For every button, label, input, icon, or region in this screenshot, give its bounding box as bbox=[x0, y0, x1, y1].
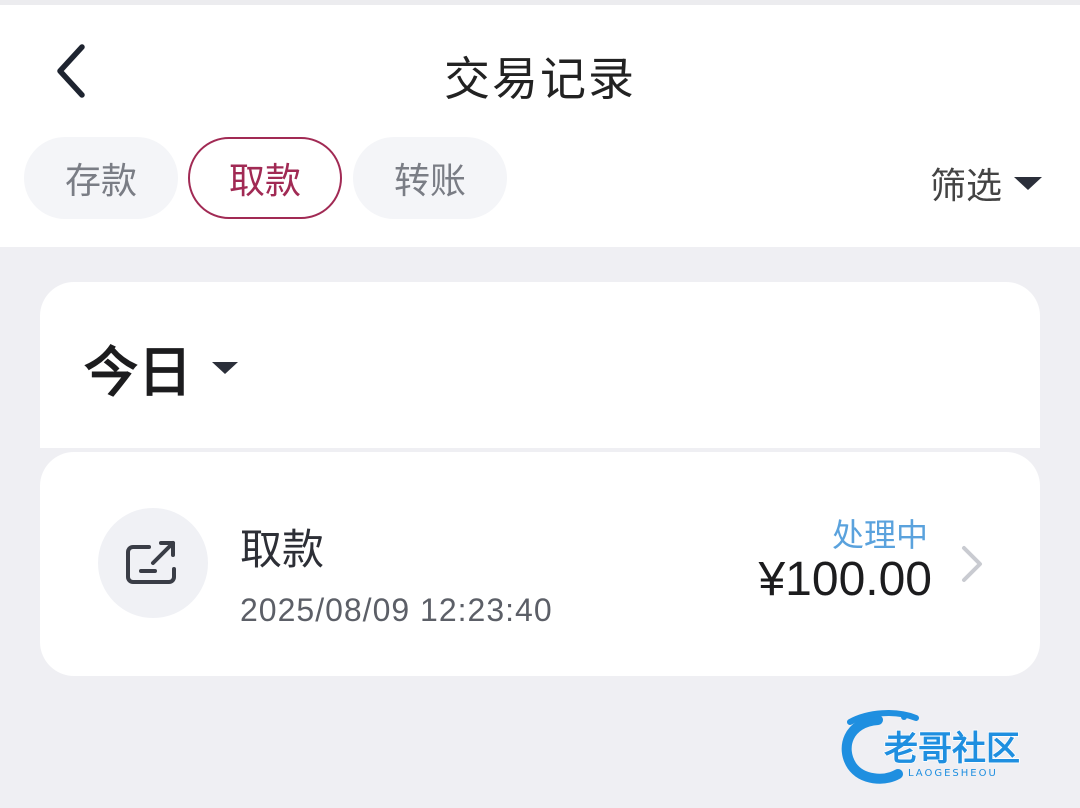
withdraw-icon bbox=[98, 508, 208, 618]
caret-down-icon bbox=[1014, 176, 1042, 190]
header: 交易记录 存款 取款 转账 筛选 bbox=[0, 5, 1080, 247]
page-title: 交易记录 bbox=[444, 52, 636, 106]
svg-text:LAOGESHEOU: LAOGESHEOU bbox=[908, 768, 998, 779]
record-type: 取款 bbox=[240, 525, 325, 574]
svg-text:老哥社区: 老哥社区 bbox=[884, 729, 1020, 769]
tab-transfer[interactable]: 转账 bbox=[353, 137, 507, 219]
period-card: 今日 bbox=[40, 282, 1040, 448]
list-item[interactable]: 取款 2025/08/09 12:23:40 处理中 ¥100.00 bbox=[40, 452, 1040, 676]
period-selector[interactable]: 今日 bbox=[84, 328, 238, 407]
status-badge: 处理中 bbox=[831, 516, 928, 554]
filter-button[interactable]: 筛选 bbox=[930, 155, 1042, 211]
tab-withdraw[interactable]: 取款 bbox=[188, 137, 342, 219]
caret-down-icon bbox=[212, 361, 238, 374]
period-label: 今日 bbox=[84, 341, 192, 404]
watermark-logo: 老哥社区 LAOGESHEOU bbox=[838, 708, 1070, 790]
filter-label: 筛选 bbox=[929, 166, 1002, 207]
record-amount: ¥100.00 bbox=[758, 553, 932, 606]
record-time: 2025/08/09 12:23:40 bbox=[240, 592, 553, 628]
chevron-right-icon bbox=[954, 544, 990, 584]
tab-deposit[interactable]: 存款 bbox=[24, 137, 178, 219]
